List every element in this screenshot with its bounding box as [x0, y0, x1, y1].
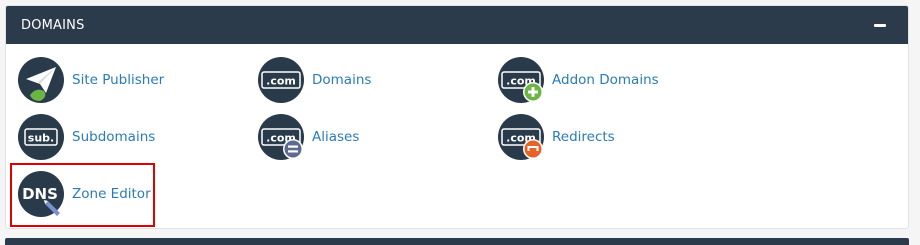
- item-label: Aliases: [312, 129, 360, 145]
- svg-text:DNS: DNS: [22, 185, 58, 203]
- subdomains-link[interactable]: sub. Subdomains: [18, 114, 155, 160]
- item-label: Subdomains: [72, 129, 156, 145]
- section-title: DOMAINS: [21, 17, 85, 33]
- dotcom-icon: .com: [258, 57, 304, 103]
- item-label: Site Publisher: [72, 72, 165, 88]
- dotcom-alias-icon: .com: [258, 114, 304, 160]
- zone-editor-link[interactable]: DNS Zone Editor: [18, 171, 151, 217]
- site-publisher-link[interactable]: Site Publisher: [18, 57, 164, 103]
- dns-icon: DNS: [18, 171, 64, 217]
- item-label: Redirects: [552, 129, 615, 145]
- collapse-button[interactable]: [870, 15, 890, 35]
- panel-header[interactable]: DOMAINS: [6, 6, 908, 44]
- domains-link[interactable]: .com Domains: [258, 57, 371, 103]
- paper-plane-icon: [18, 57, 64, 103]
- dotcom-redirect-icon: .com: [498, 114, 544, 160]
- item-label: Zone Editor: [72, 186, 151, 202]
- svg-text:.com: .com: [266, 75, 296, 88]
- item-label: Addon Domains: [552, 72, 659, 88]
- redirects-link[interactable]: .com Redirects: [498, 114, 615, 160]
- dotcom-add-icon: .com: [498, 57, 544, 103]
- sub-icon: sub.: [18, 114, 64, 160]
- item-label: Domains: [312, 72, 372, 88]
- minus-icon: [874, 23, 886, 27]
- aliases-link[interactable]: .com Aliases: [258, 114, 359, 160]
- svg-text:sub.: sub.: [28, 132, 54, 145]
- addon-domains-link[interactable]: .com Addon Domains: [498, 57, 659, 103]
- next-panel-header: [5, 238, 909, 245]
